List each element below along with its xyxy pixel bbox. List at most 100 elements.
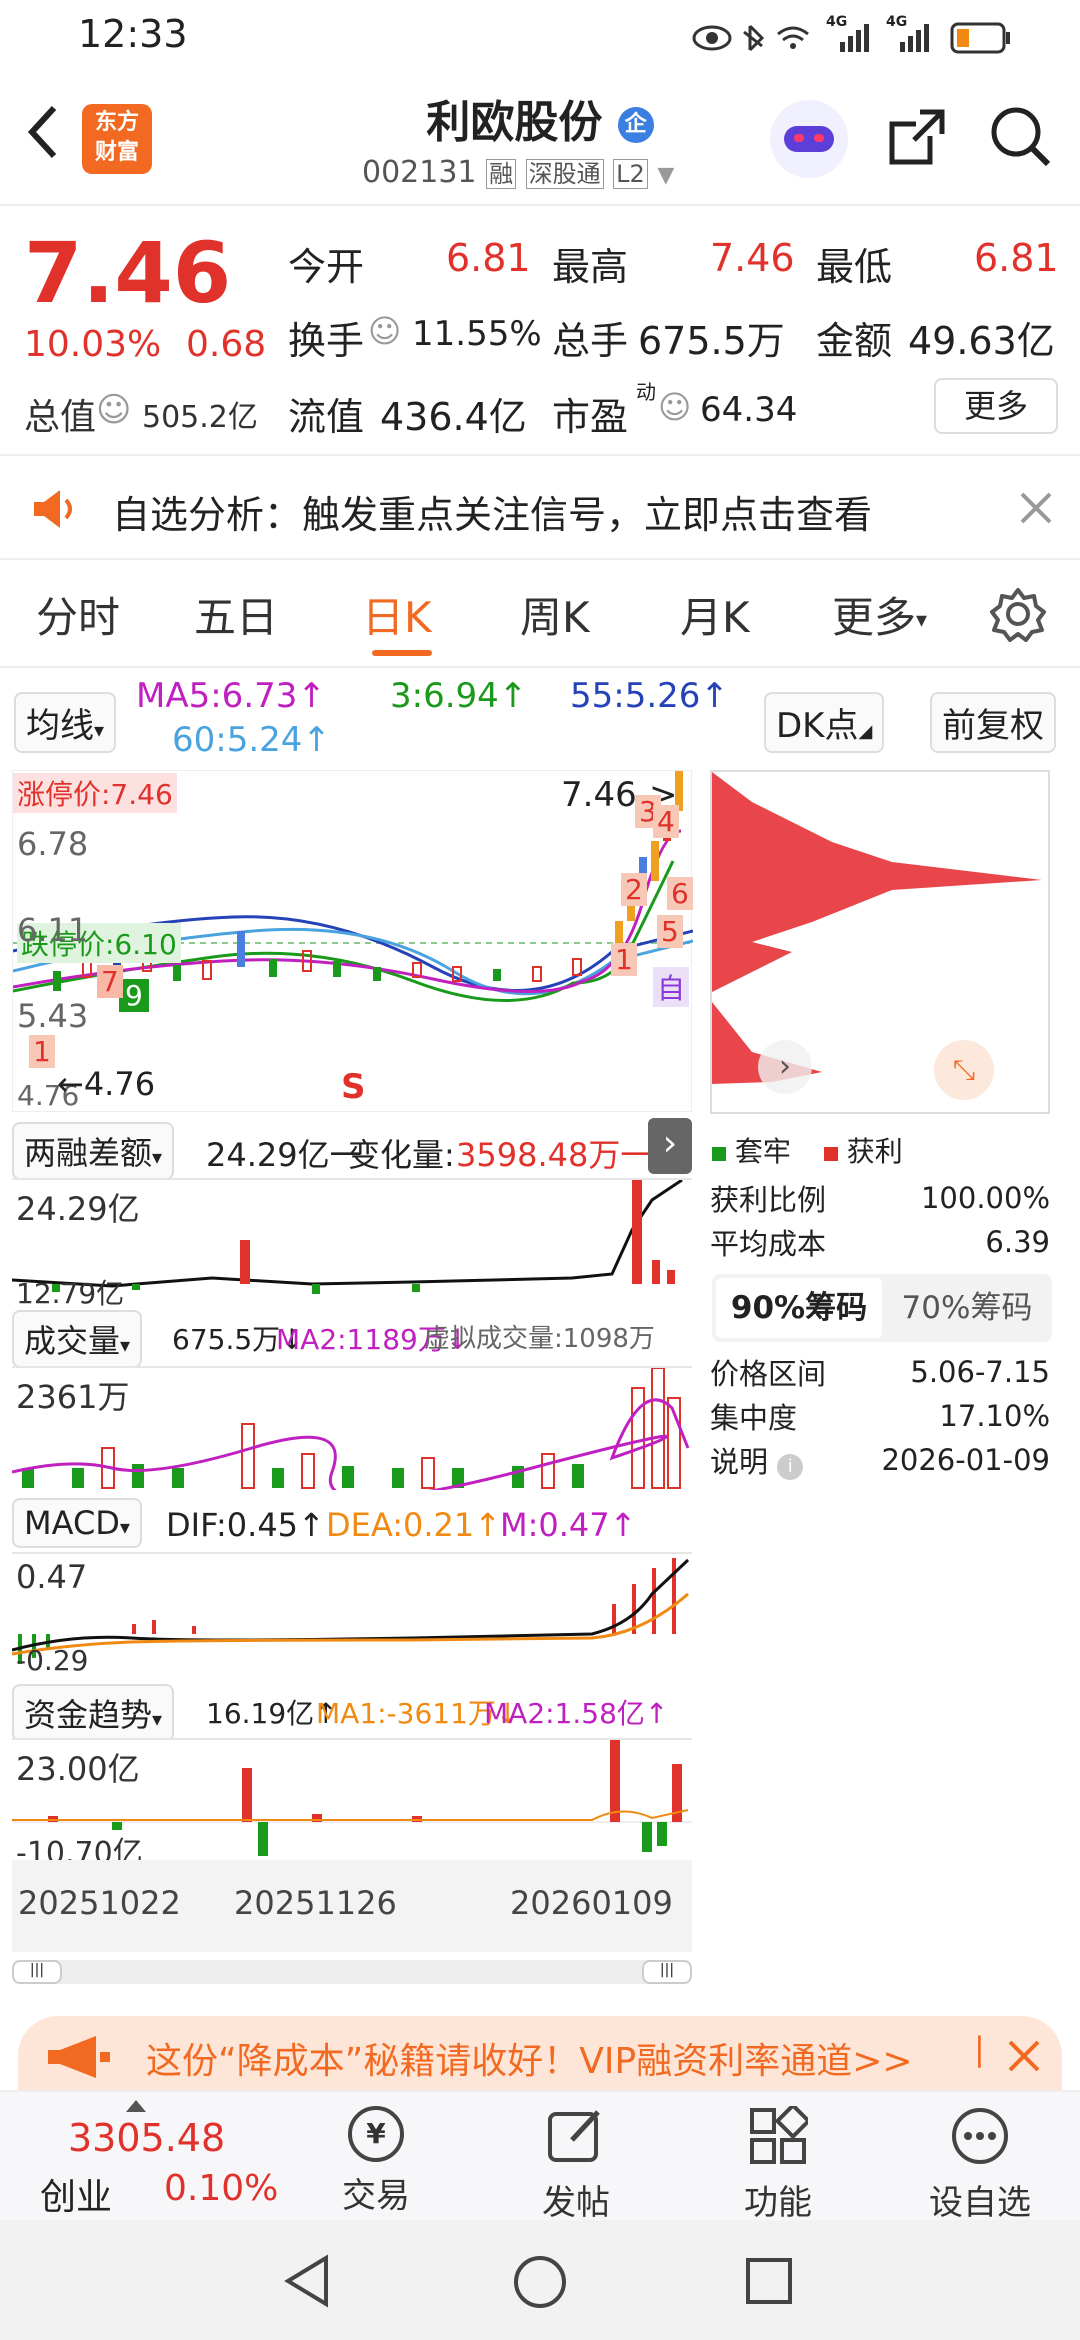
stat-value: 17.10%	[939, 1399, 1050, 1433]
tab-five-day[interactable]: 五日	[194, 584, 278, 645]
promo-bar[interactable]: 这份“降成本”秘籍请收好！VIP融资利率通道>> |	[18, 2016, 1062, 2096]
stat-value: 6.39	[985, 1225, 1050, 1259]
turnover-value: 11.55%	[412, 314, 542, 354]
nav-function-label: 功能	[744, 2183, 812, 2223]
margin-y-top: 24.29亿	[16, 1190, 140, 1228]
signal-1: 1	[29, 1035, 55, 1068]
tab-daily-k[interactable]: 日K	[362, 584, 432, 645]
edit-icon	[548, 2110, 600, 2162]
expand-icon[interactable]: ⤡	[934, 1040, 994, 1100]
back-triangle-icon[interactable]	[282, 2254, 332, 2308]
info-icon[interactable]: i	[777, 1454, 804, 1480]
fund-y-top: 23.00亿	[16, 1750, 140, 1788]
caret-down-icon: ▾	[94, 718, 105, 742]
speaker-icon	[34, 490, 72, 528]
macd-selector[interactable]: MACD▾	[12, 1498, 142, 1548]
fund-ma2: MA2:1.58亿↑	[484, 1697, 669, 1730]
stock-code-row[interactable]: 002131 融 深股通 L2 ▼	[362, 154, 674, 190]
more-button[interactable]: 更多	[934, 378, 1058, 434]
signal-s: S	[341, 1067, 366, 1107]
info-icon[interactable]: ☺	[96, 390, 131, 430]
tab-monthly-k[interactable]: 月K	[680, 584, 750, 645]
volume-y-top: 2361万	[16, 1378, 130, 1416]
quote-panel: 7.46 10.03% 0.68 总值 ☺ 505.2亿 今开 6.81 最高 …	[0, 206, 1080, 456]
adjust-button[interactable]: 前复权	[930, 692, 1056, 753]
share-icon[interactable]	[884, 106, 948, 170]
fund-selector-label: 资金趋势	[24, 1696, 153, 1734]
margin-change-value: 3598.48万一	[456, 1136, 653, 1174]
close-icon[interactable]	[1006, 2038, 1042, 2074]
banner-text: 自选分析：触发重点关注信号，立即点击查看	[112, 493, 873, 537]
turnover-label: 换手	[288, 319, 365, 363]
nav-function[interactable]: 功能	[698, 2092, 858, 2224]
ma-selector-label: 均线	[26, 706, 94, 746]
signal-5: 5	[657, 915, 683, 948]
volume-value: 675.5万	[638, 319, 785, 363]
analysis-banner[interactable]: 自选分析：触发重点关注信号，立即点击查看	[0, 456, 1080, 560]
range-scrollbar[interactable]: ||| |||	[12, 1960, 692, 1984]
nav-add-watchlist[interactable]: 设自选	[900, 2092, 1060, 2224]
legend-trapped: 套牢	[734, 1135, 791, 1168]
volume-virtual: 虚拟成交量:1098万	[424, 1324, 655, 1354]
nav-watchlist-label: 设自选	[929, 2183, 1031, 2223]
margin-value: 24.29亿一	[206, 1136, 362, 1174]
chevron-right-icon[interactable]: ›	[758, 1040, 812, 1094]
stock-header: 东方 财富 利欧股份 企 002131 融 深股通 L2 ▼	[0, 72, 1080, 206]
bluetooth-icon	[743, 24, 765, 52]
tab-weekly-k[interactable]: 周K	[520, 584, 590, 645]
volume-selector[interactable]: 成交量▾	[12, 1310, 143, 1368]
promo-divider: |	[974, 2030, 985, 2068]
caret-down-icon: ▾	[120, 1333, 131, 1357]
chip-legend: 套牢 获利	[712, 1130, 903, 1170]
info-icon[interactable]: ☺	[658, 388, 691, 426]
stock-title: 利欧股份	[426, 97, 603, 148]
tab-chip-90[interactable]: 90%筹码	[716, 1278, 882, 1338]
volume-label: 总手	[552, 319, 629, 363]
ma55-value: 55:5.26↑	[570, 676, 729, 716]
nav-post-label: 发帖	[542, 2183, 610, 2223]
limit-up-label: 涨停价:7.46	[13, 773, 177, 813]
close-icon[interactable]	[1018, 490, 1054, 526]
macd-dea: DEA:0.21↑	[326, 1506, 502, 1544]
network-label: 4G	[886, 14, 908, 30]
fund-selector[interactable]: 资金趋势▾	[12, 1684, 175, 1742]
home-circle-icon[interactable]	[512, 2254, 568, 2310]
nav-trade[interactable]: ¥ 交易	[296, 2092, 456, 2217]
date-label: 20251126	[234, 1884, 397, 1922]
nav-trade-label: 交易	[342, 2176, 410, 2216]
info-icon[interactable]: ☺	[368, 312, 401, 350]
min-price-marker: ←4.76	[57, 1065, 156, 1103]
fund-chart: 23.00亿 -10.70亿	[12, 1738, 692, 1871]
search-icon[interactable]	[988, 104, 1054, 170]
float-value: 436.4亿	[380, 395, 527, 439]
range-handle-left[interactable]: |||	[12, 1960, 62, 1984]
ma-selector[interactable]: 均线▾	[14, 692, 117, 753]
margin-selector[interactable]: 两融差额▾	[12, 1122, 175, 1180]
tab-chip-70[interactable]: 70%筹码	[884, 1278, 1050, 1338]
stat-label: 获利比例	[710, 1183, 827, 1217]
y-axis-low: 5.43	[17, 997, 89, 1035]
tag-margin: 融	[486, 159, 517, 189]
caret-down-icon: ▾	[152, 1145, 163, 1169]
status-bar: 12:33 4G 4G	[0, 0, 1080, 72]
note-label-wrap: 说明 i	[710, 1439, 804, 1481]
gear-icon[interactable]	[990, 586, 1046, 642]
signal-9: 9	[119, 979, 149, 1012]
range-handle-right[interactable]: |||	[642, 1960, 692, 1984]
robot-avatar-icon[interactable]	[770, 100, 848, 178]
kline-chart[interactable]: 涨停价:7.46 跌停价:6.10 6.78 6.11 5.43 4.76 7.…	[12, 770, 693, 1112]
chip-distribution[interactable]: › ⤡	[710, 770, 1050, 1114]
index-ticker[interactable]: 3305.48 创业 0.10%	[0, 2092, 290, 2222]
tab-more[interactable]: 更多▾	[832, 584, 927, 645]
promo-text: 这份“降成本”秘籍请收好！VIP融资利率通道>>	[146, 2041, 913, 2082]
signal-4: 4	[653, 805, 679, 838]
nav-post[interactable]: 发帖	[496, 2092, 656, 2224]
dk-point-button[interactable]: DK点◢	[764, 692, 885, 753]
stat-label: 平均成本	[710, 1227, 827, 1261]
tab-intraday[interactable]: 分时	[36, 584, 120, 645]
wifi-icon	[777, 26, 809, 49]
macd-chart: 0.47 -0.29	[11, 1552, 692, 1677]
chevron-right-icon[interactable]: ›	[648, 1118, 692, 1174]
recents-square-icon[interactable]	[744, 2256, 794, 2306]
index-pct: 0.10%	[164, 2168, 279, 2209]
